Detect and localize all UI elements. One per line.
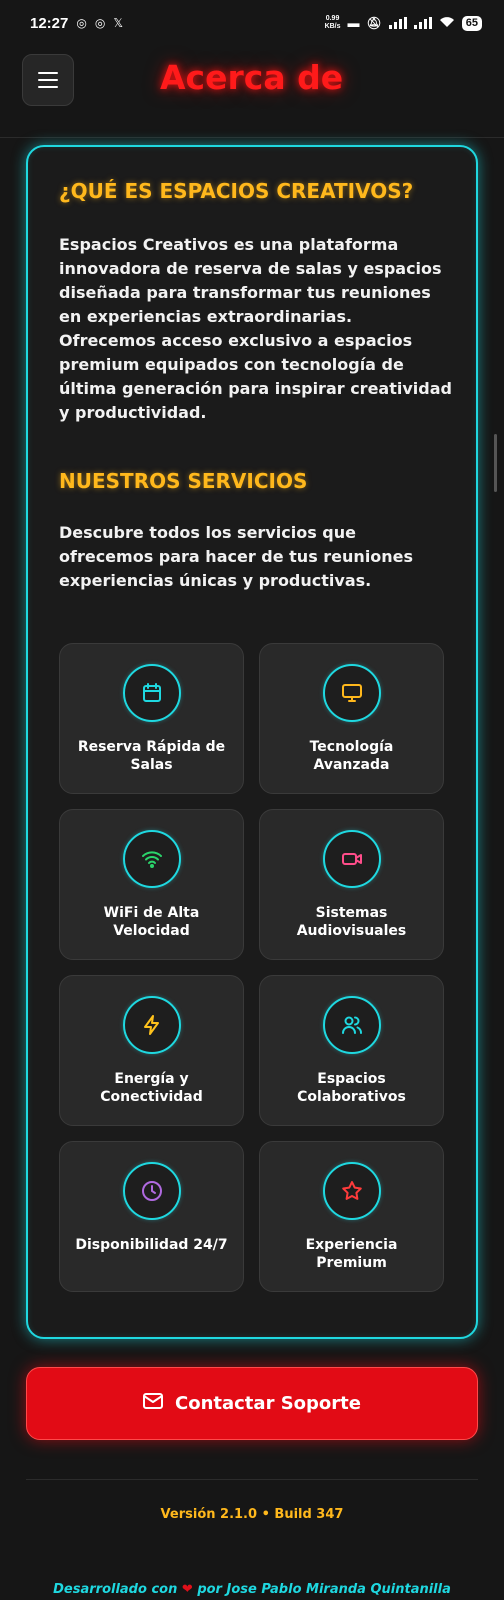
calendar-icon <box>122 664 181 722</box>
status-time: 12:27 <box>30 14 69 32</box>
service-tile-energia[interactable]: Energía y Conectividad <box>59 975 244 1126</box>
service-label: WiFi de Alta Velocidad <box>103 905 200 939</box>
services-title: NUESTROS SERVICIOS <box>59 469 308 493</box>
menu-button[interactable] <box>22 54 74 106</box>
video-icon <box>322 830 381 888</box>
service-tile-wifi[interactable]: WiFi de Alta Velocidad <box>59 809 244 960</box>
credits-text: Desarrollado con ❤ por Jose Pablo Mirand… <box>0 1582 504 1597</box>
service-tile-reserva[interactable]: Reserva Rápida de Salas <box>59 643 244 794</box>
service-label: Energía y Conectividad <box>100 1071 203 1105</box>
service-label: Experiencia Premium <box>305 1237 398 1271</box>
heart-icon: ❤ <box>181 1582 193 1597</box>
monitor-icon <box>322 664 381 722</box>
bed-icon: ▬ <box>347 16 360 30</box>
service-tile-premium[interactable]: Experiencia Premium <box>259 1141 444 1292</box>
page-title: Acerca de <box>160 58 344 97</box>
status-bar: 12:27 ◎ ◎ 𝕏 0.99 KB/s ▬ 🔕︎ 65 <box>0 0 504 46</box>
battery-indicator: 65 <box>461 15 482 31</box>
about-title: ¿QUÉ ES ESPACIOS CREATIVOS? <box>59 179 414 203</box>
signal-icon <box>388 17 407 29</box>
service-tile-audiovisuales[interactable]: Sistemas Audiovisuales <box>259 809 444 960</box>
x-icon: 𝕏 <box>113 16 124 30</box>
service-label: Tecnología Avanzada <box>309 739 394 773</box>
instagram-icon: ◎ <box>76 16 87 30</box>
mute-icon: 🔕︎ <box>366 16 382 30</box>
lightning-icon <box>122 996 181 1054</box>
star-icon <box>322 1162 381 1220</box>
instagram-icon-2: ◎ <box>94 16 106 30</box>
app-header: Acerca de <box>0 46 504 138</box>
about-card: ¿QUÉ ES ESPACIOS CREATIVOS? Espacios Cre… <box>26 145 478 1339</box>
service-label: Disponibilidad 24/7 <box>75 1237 228 1253</box>
service-tile-colaborativos[interactable]: Espacios Colaborativos <box>259 975 444 1126</box>
service-label: Espacios Colaborativos <box>297 1071 406 1105</box>
about-text: Espacios Creativos es una plataforma inn… <box>59 235 452 422</box>
net-speed: 0.99 KB/s <box>325 15 341 31</box>
scrollbar-thumb[interactable] <box>494 434 497 492</box>
credits-prefix: Desarrollado con <box>53 1582 178 1597</box>
signal-icon-2 <box>413 17 432 29</box>
wifi-status-icon <box>439 16 455 31</box>
wifi-icon <box>122 830 181 888</box>
services-intro: Descubre todos los servicios que ofrecem… <box>59 523 414 590</box>
contact-support-button[interactable]: Contactar Soporte <box>26 1367 478 1440</box>
contact-support-label: Contactar Soporte <box>175 1393 361 1414</box>
hamburger-icon <box>38 72 58 74</box>
hamburger-icon-line-2 <box>38 86 58 88</box>
service-tile-disponibilidad[interactable]: Disponibilidad 24/7 <box>59 1141 244 1292</box>
service-tile-tecnologia[interactable]: Tecnología Avanzada <box>259 643 444 794</box>
clock-icon <box>122 1162 181 1220</box>
net-speed-unit: KB/s <box>324 23 341 30</box>
footer-divider <box>26 1479 478 1480</box>
hamburger-icon-line <box>38 79 58 81</box>
services-grid: Reserva Rápida de Salas Tecnología Avanz… <box>59 643 444 1292</box>
mail-icon <box>143 1393 163 1414</box>
service-label: Reserva Rápida de Salas <box>77 739 226 773</box>
service-label: Sistemas Audiovisuales <box>296 905 407 939</box>
credits-author: por Jose Pablo Miranda Quintanilla <box>197 1582 451 1597</box>
net-speed-value: 0.99 <box>325 15 340 22</box>
users-icon <box>322 996 381 1054</box>
version-text: Versión 2.1.0 • Build 347 <box>160 1507 344 1522</box>
